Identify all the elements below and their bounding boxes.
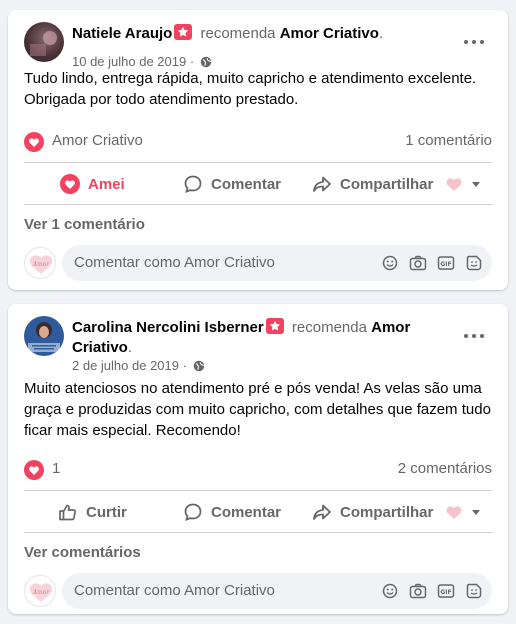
comments-count[interactable]: 2 comentários [398, 460, 492, 477]
share-label: Compartilhar [340, 503, 434, 521]
post-date-text[interactable]: 10 de julho de 2019 · [72, 54, 194, 69]
recommends-text: recomenda [291, 319, 367, 336]
post-card: Natiele Araujo recomenda Amor Criativo. … [8, 10, 508, 290]
page-name[interactable]: Amor Criativo [280, 25, 379, 42]
post-actions: Amei Comentar Compartilhar [24, 164, 492, 204]
globe-icon [200, 56, 212, 68]
page-avatar[interactable]: Amor [24, 247, 56, 279]
love-button[interactable]: Amei [60, 164, 125, 204]
svg-text:GIF: GIF [440, 589, 451, 596]
author-name[interactable]: Carolina Nercolini Isberner [72, 319, 264, 336]
love-reaction-icon[interactable] [24, 132, 44, 152]
post-actions: Curtir Comentar Compartilhar [24, 492, 492, 532]
comment-placeholder: Comentar como Amor Criativo [74, 582, 275, 599]
camera-icon[interactable] [408, 581, 428, 601]
comment-button[interactable]: Comentar [183, 164, 281, 204]
composer-icons: GIF [372, 581, 484, 601]
post-stats: 1 2 comentários [24, 458, 492, 482]
comment-button[interactable]: Comentar [183, 492, 281, 532]
comment-composer: Amor Comentar como Amor Criativo GIF [24, 245, 492, 281]
camera-icon[interactable] [408, 253, 428, 273]
gif-icon[interactable]: GIF [436, 581, 456, 601]
more-options-icon[interactable] [464, 326, 488, 346]
like-label: Curtir [86, 503, 127, 521]
post-headline: Carolina Nercolini Isberner recomenda Am… [72, 318, 452, 358]
comment-composer: Amor Comentar como Amor Criativo GIF [24, 573, 492, 609]
comment-bubble-icon [184, 503, 202, 521]
post-card: Carolina Nercolini Isberner recomenda Am… [8, 304, 508, 614]
post-text: Muito atenciosos no atendimento pré e pó… [24, 380, 491, 439]
comment-label: Comentar [211, 503, 282, 521]
share-button[interactable]: Compartilhar [312, 164, 433, 204]
headline-period: . [378, 25, 384, 42]
reaction-selector[interactable] [444, 174, 484, 194]
recommend-star-icon [265, 318, 284, 334]
post-stats: Amor Criativo 1 comentário [24, 130, 492, 154]
emoji-icon[interactable] [380, 253, 400, 273]
svg-text:Amor: Amor [32, 589, 51, 596]
emoji-icon[interactable] [380, 581, 400, 601]
share-arrow-icon [313, 504, 331, 520]
comment-input[interactable]: Comentar como Amor Criativo GIF [62, 245, 492, 281]
svg-text:Amor: Amor [32, 261, 51, 268]
view-comments-link[interactable]: Ver 1 comentário [24, 216, 145, 233]
recommends-text: recomenda [200, 25, 276, 42]
thumbs-up-icon [59, 504, 76, 521]
comment-label: Comentar [211, 175, 282, 193]
share-button[interactable]: Compartilhar [312, 492, 433, 532]
author-avatar[interactable] [24, 316, 64, 356]
comments-count[interactable]: 1 comentário [405, 132, 492, 149]
reaction-selector[interactable] [444, 502, 484, 522]
divider [24, 204, 492, 205]
reaction-count[interactable]: 1 [52, 460, 60, 477]
divider [24, 162, 492, 163]
view-comments-link[interactable]: Ver comentários [24, 544, 141, 561]
post-date[interactable]: 2 de julho de 2019 · [72, 358, 205, 374]
like-button[interactable]: Curtir [58, 492, 127, 532]
post-headline: Natiele Araujo recomenda Amor Criativo. [72, 24, 452, 44]
divider [24, 490, 492, 491]
page-heart-avatar-icon [446, 506, 480, 519]
share-label: Compartilhar [340, 175, 434, 193]
author-name[interactable]: Natiele Araujo [72, 25, 172, 42]
heart-icon [60, 174, 80, 194]
sticker-icon[interactable] [464, 253, 484, 273]
love-reaction-icon[interactable] [24, 460, 44, 480]
composer-icons: GIF [372, 253, 484, 273]
share-arrow-icon [313, 176, 331, 192]
gif-icon[interactable]: GIF [436, 253, 456, 273]
comment-bubble-icon [184, 175, 202, 193]
page-heart-avatar-icon [446, 178, 480, 191]
love-label: Amei [88, 175, 125, 193]
more-options-icon[interactable] [464, 32, 488, 52]
comment-placeholder: Comentar como Amor Criativo [74, 254, 275, 271]
post-date-text[interactable]: 2 de julho de 2019 · [72, 358, 187, 373]
reaction-summary[interactable]: Amor Criativo [52, 132, 143, 149]
headline-period: . [127, 339, 133, 356]
post-text: Tudo lindo, entrega rápida, muito capric… [24, 70, 477, 108]
author-avatar[interactable] [24, 22, 64, 62]
divider [24, 532, 492, 533]
comment-input[interactable]: Comentar como Amor Criativo GIF [62, 573, 492, 609]
globe-icon [193, 360, 204, 372]
page-avatar[interactable]: Amor [24, 575, 56, 607]
svg-text:GIF: GIF [440, 261, 451, 268]
sticker-icon[interactable] [464, 581, 484, 601]
recommend-star-icon [174, 24, 193, 40]
